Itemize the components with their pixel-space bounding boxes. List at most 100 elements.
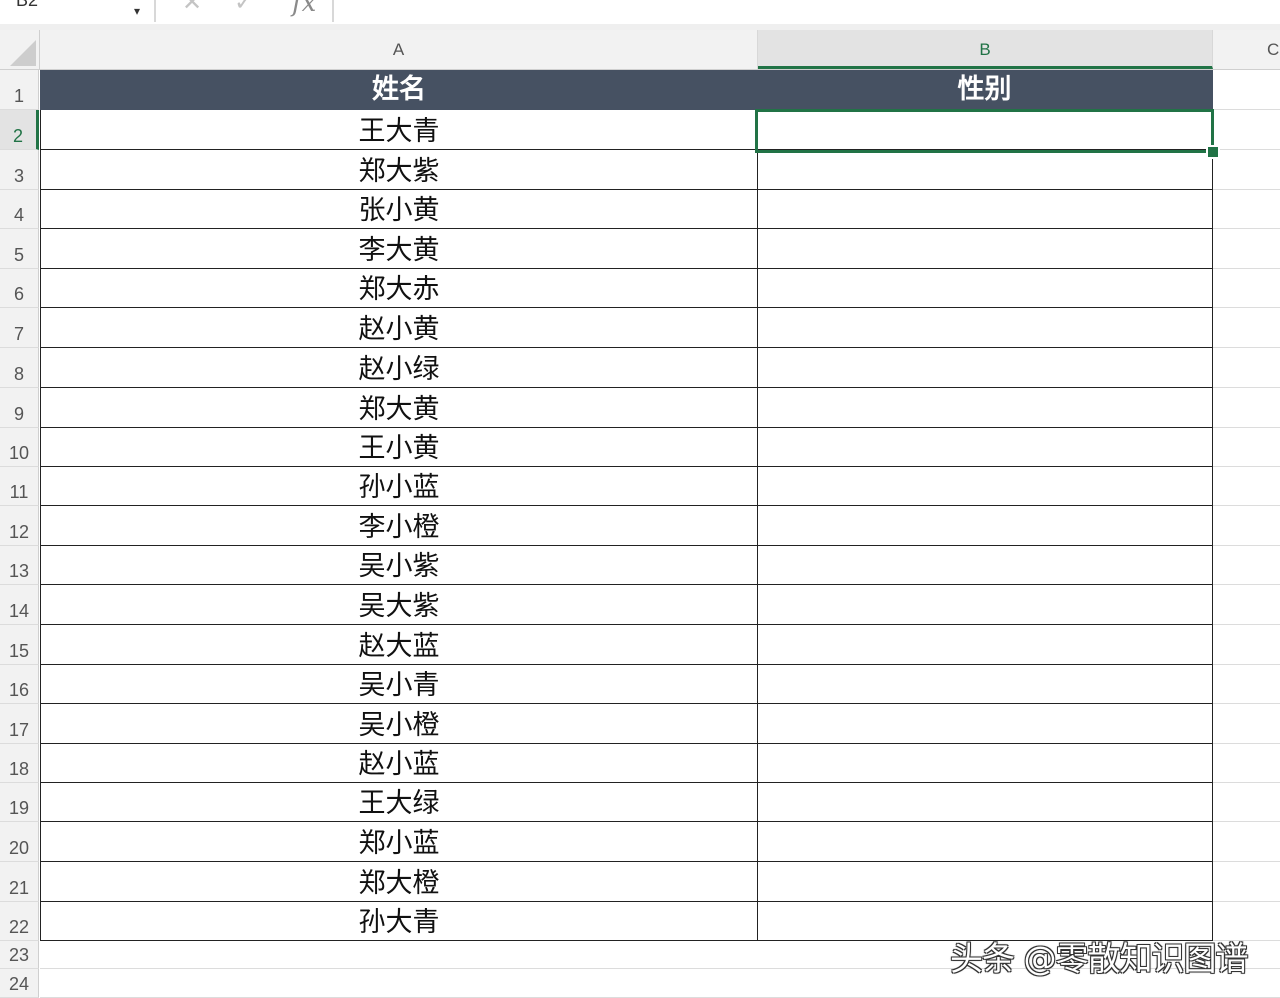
cell-gender[interactable] bbox=[757, 822, 1213, 862]
column-header-b[interactable]: B bbox=[758, 30, 1213, 69]
row-number-label: 1 bbox=[13, 86, 24, 106]
cell-name[interactable]: 孙小蓝 bbox=[40, 467, 758, 506]
cell-name[interactable]: 吴小紫 bbox=[40, 546, 758, 585]
row-header-18[interactable]: 18 bbox=[0, 744, 39, 783]
row-header-7[interactable]: 7 bbox=[0, 308, 39, 348]
cell-gender[interactable] bbox=[757, 467, 1213, 506]
cell-name[interactable]: 赵小蓝 bbox=[40, 744, 758, 783]
cell-text: 孙小蓝 bbox=[358, 472, 440, 503]
cell-text: 赵小绿 bbox=[358, 354, 440, 385]
header-cell-name[interactable]: 姓名 bbox=[40, 70, 758, 110]
row-header-22[interactable]: 22 bbox=[0, 902, 39, 941]
row-header-14[interactable]: 14 bbox=[0, 585, 39, 625]
row-header-21[interactable]: 21 bbox=[0, 862, 39, 902]
cell-gender[interactable] bbox=[757, 348, 1213, 388]
row-header-16[interactable]: 16 bbox=[0, 665, 39, 704]
row-header-8[interactable]: 8 bbox=[0, 348, 39, 388]
row-header-19[interactable]: 19 bbox=[0, 783, 39, 822]
spreadsheet-window: B2 ▾ ✕ ✓ fx A B C 1 2 3 4 5 6 7 8 9 10 11 12 13 14 15 1… bbox=[0, 0, 1280, 998]
row-header-11[interactable]: 11 bbox=[0, 467, 39, 506]
row-header-12[interactable]: 12 bbox=[0, 506, 39, 546]
cell-name[interactable]: 王大绿 bbox=[40, 783, 758, 822]
cell-name[interactable]: 张小黄 bbox=[40, 190, 758, 229]
header-cell-gender[interactable]: 性别 bbox=[757, 70, 1213, 110]
cell-gender[interactable] bbox=[757, 506, 1213, 546]
grid-line bbox=[1213, 149, 1280, 150]
cell-text: 吴小橙 bbox=[358, 710, 440, 741]
row-number-label: 24 bbox=[8, 974, 30, 994]
cell-gender[interactable] bbox=[757, 110, 1213, 150]
row-number-label: 6 bbox=[13, 284, 24, 304]
cell-gender[interactable] bbox=[757, 783, 1213, 822]
cell-name[interactable]: 郑大橙 bbox=[40, 862, 758, 902]
row-number-label: 21 bbox=[8, 878, 30, 898]
cell-gender[interactable] bbox=[757, 546, 1213, 585]
cell-text: 王大绿 bbox=[358, 788, 440, 819]
row-number-label: 2 bbox=[12, 126, 23, 146]
cancel-icon[interactable]: ✕ bbox=[182, 0, 202, 16]
function-icon[interactable]: fx bbox=[292, 0, 316, 18]
column-header-row: A B C bbox=[0, 30, 1280, 70]
cell-name[interactable]: 赵小绿 bbox=[40, 348, 758, 388]
cell-name[interactable]: 孙大青 bbox=[40, 902, 758, 941]
cell-name[interactable]: 李大黄 bbox=[40, 229, 758, 269]
cell-gender[interactable] bbox=[757, 190, 1213, 229]
fill-handle[interactable] bbox=[1206, 145, 1220, 159]
column-header-a[interactable]: A bbox=[40, 30, 758, 69]
cell-name[interactable]: 赵大蓝 bbox=[40, 625, 758, 665]
cell-name[interactable]: 郑大紫 bbox=[40, 150, 758, 190]
select-all-button[interactable] bbox=[0, 30, 40, 69]
cell-gender[interactable] bbox=[757, 665, 1213, 704]
row-header-13[interactable]: 13 bbox=[0, 546, 39, 585]
grid-line bbox=[1213, 505, 1280, 506]
row-header-4[interactable]: 4 bbox=[0, 190, 39, 229]
cell-name[interactable]: 郑小蓝 bbox=[40, 822, 758, 862]
cell-text: 张小黄 bbox=[358, 195, 440, 226]
cell-gender[interactable] bbox=[757, 388, 1213, 428]
row-number-label: 20 bbox=[8, 838, 30, 858]
grid-line bbox=[1213, 466, 1280, 467]
cell-name[interactable]: 吴小青 bbox=[40, 665, 758, 704]
cell-text: 李小橙 bbox=[358, 512, 440, 543]
grid-line bbox=[1213, 545, 1280, 546]
row-header-9[interactable]: 9 bbox=[0, 388, 39, 428]
cell-gender[interactable] bbox=[757, 625, 1213, 665]
cell-gender[interactable] bbox=[757, 150, 1213, 190]
column-header-c[interactable]: C bbox=[1213, 30, 1280, 69]
cell-name[interactable]: 赵小黄 bbox=[40, 308, 758, 348]
cell-text: 赵小蓝 bbox=[358, 749, 440, 780]
cell-name[interactable]: 王大青 bbox=[40, 110, 758, 150]
cell-name[interactable]: 吴大紫 bbox=[40, 585, 758, 625]
cell-gender[interactable] bbox=[757, 585, 1213, 625]
row-header-23[interactable]: 23 bbox=[0, 941, 39, 969]
cell-text: 赵大蓝 bbox=[358, 631, 440, 662]
cell-name[interactable]: 郑大黄 bbox=[40, 388, 758, 428]
chevron-down-icon[interactable]: ▾ bbox=[134, 4, 140, 18]
row-header-15[interactable]: 15 bbox=[0, 625, 39, 665]
cell-name[interactable]: 郑大赤 bbox=[40, 269, 758, 308]
cell-gender[interactable] bbox=[757, 229, 1213, 269]
cell-name[interactable]: 李小橙 bbox=[40, 506, 758, 546]
row-header-17[interactable]: 17 bbox=[0, 704, 39, 744]
row-header-24[interactable]: 24 bbox=[0, 969, 39, 998]
row-header-3[interactable]: 3 bbox=[0, 150, 39, 190]
cell-gender[interactable] bbox=[757, 428, 1213, 467]
row-header-6[interactable]: 6 bbox=[0, 269, 39, 308]
row-number-label: 12 bbox=[8, 522, 30, 542]
row-header-2[interactable]: 2 bbox=[0, 110, 39, 150]
row-header-10[interactable]: 10 bbox=[0, 428, 39, 467]
row-number-label: 4 bbox=[13, 205, 24, 225]
cell-name[interactable]: 吴小橙 bbox=[40, 704, 758, 744]
cell-gender[interactable] bbox=[757, 862, 1213, 902]
name-box[interactable]: B2 ▾ bbox=[0, 0, 152, 22]
row-header-20[interactable]: 20 bbox=[0, 822, 39, 862]
cell-gender[interactable] bbox=[757, 269, 1213, 308]
check-icon[interactable]: ✓ bbox=[234, 0, 254, 16]
cell-gender[interactable] bbox=[757, 744, 1213, 783]
cell-name[interactable]: 王小黄 bbox=[40, 428, 758, 467]
cell-gender[interactable] bbox=[757, 704, 1213, 744]
cell-text: 李大黄 bbox=[358, 235, 440, 266]
cell-gender[interactable] bbox=[757, 308, 1213, 348]
row-header-5[interactable]: 5 bbox=[0, 229, 39, 269]
row-header-1[interactable]: 1 bbox=[0, 70, 39, 110]
